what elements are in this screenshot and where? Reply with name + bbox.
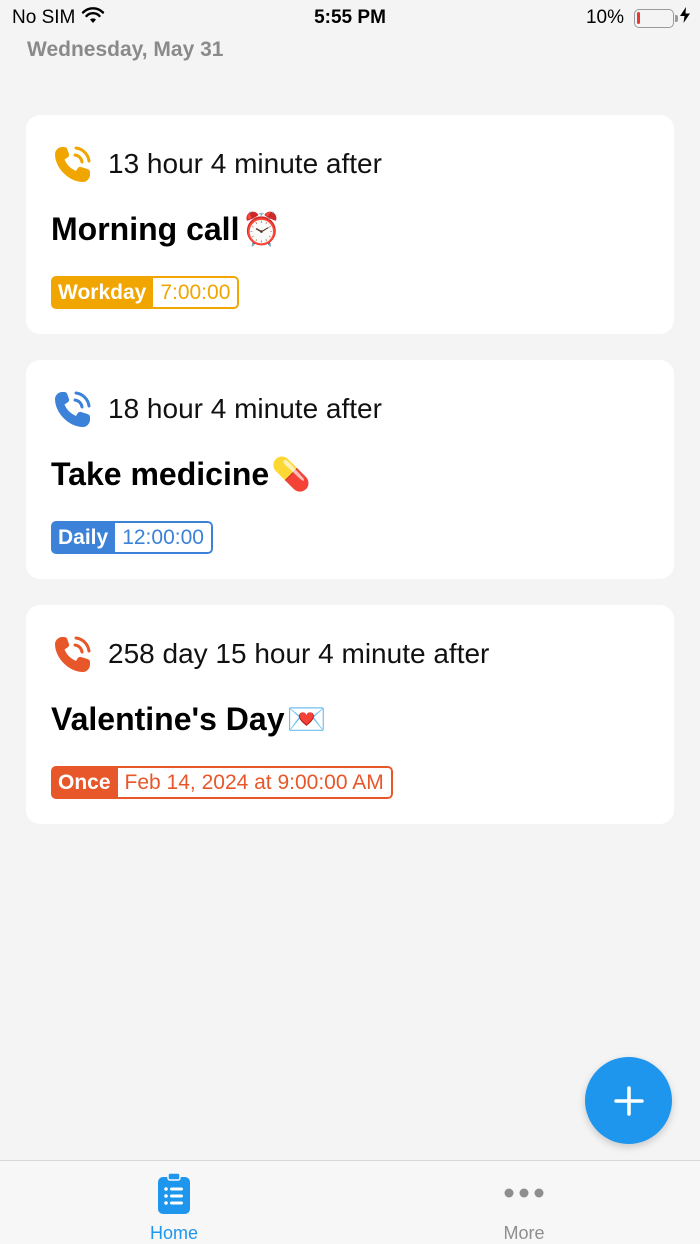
carrier-label: No SIM bbox=[12, 7, 76, 28]
add-reminder-button[interactable] bbox=[585, 1057, 672, 1144]
charging-bolt-icon bbox=[680, 7, 690, 29]
time-badge: 7:00:00 bbox=[153, 276, 240, 309]
reminder-card[interactable]: 13 hour 4 minute after Morning call ⏰ Wor… bbox=[26, 115, 674, 334]
battery-icon bbox=[634, 8, 678, 28]
reminder-card[interactable]: 18 hour 4 minute after Take medicine 💊 Da… bbox=[26, 360, 674, 579]
phone-ringing-icon bbox=[55, 636, 91, 672]
tab-more[interactable]: More bbox=[424, 1161, 624, 1244]
repeat-badge: Once bbox=[51, 766, 118, 799]
countdown-text: 13 hour 4 minute after bbox=[108, 148, 382, 179]
reminder-title: Take medicine 💊 bbox=[51, 455, 311, 493]
reminder-title: Valentine's Day 💌 bbox=[51, 700, 326, 738]
tab-home[interactable]: Home bbox=[74, 1161, 274, 1244]
reminder-title-text: Morning call bbox=[51, 210, 240, 247]
reminder-emoji: ⏰ bbox=[241, 211, 282, 247]
checklist-icon bbox=[158, 1173, 190, 1214]
phone-ringing-icon bbox=[55, 391, 91, 427]
tab-more-label: More bbox=[503, 1223, 545, 1243]
reminder-title-text: Take medicine bbox=[51, 455, 270, 492]
countdown-text: 258 day 15 hour 4 minute after bbox=[108, 638, 490, 669]
schedule-tag: Daily 12:00:00 bbox=[51, 521, 213, 554]
wifi-icon bbox=[81, 6, 105, 30]
repeat-badge: Workday bbox=[51, 276, 154, 309]
battery-percent: 10% bbox=[585, 7, 624, 28]
more-dots-icon bbox=[504, 1188, 544, 1198]
reminder-title: Morning call ⏰ bbox=[51, 210, 281, 248]
phone-ringing-icon bbox=[55, 146, 91, 182]
time-badge: Feb 14, 2024 at 9:00:00 AM bbox=[117, 766, 393, 799]
schedule-tag: Once Feb 14, 2024 at 9:00:00 AM bbox=[51, 766, 393, 799]
reminder-emoji: 💊 bbox=[271, 456, 312, 492]
tab-home-label: Home bbox=[149, 1223, 198, 1243]
plus-icon bbox=[613, 1085, 644, 1116]
status-bar: No SIM 5:55 PM 10% bbox=[0, 0, 700, 36]
time-badge: 12:00:00 bbox=[115, 521, 213, 554]
reminder-title-text: Valentine's Day bbox=[51, 700, 285, 737]
tab-bar: Home More bbox=[0, 1160, 700, 1244]
reminder-emoji: 💌 bbox=[286, 701, 327, 737]
repeat-badge: Daily bbox=[51, 521, 116, 554]
date-header: Wednesday, May 31 bbox=[27, 38, 224, 61]
countdown-text: 18 hour 4 minute after bbox=[108, 393, 382, 424]
schedule-tag: Workday 7:00:00 bbox=[51, 276, 240, 309]
reminder-card[interactable]: 258 day 15 hour 4 minute after Valentine… bbox=[26, 605, 674, 824]
